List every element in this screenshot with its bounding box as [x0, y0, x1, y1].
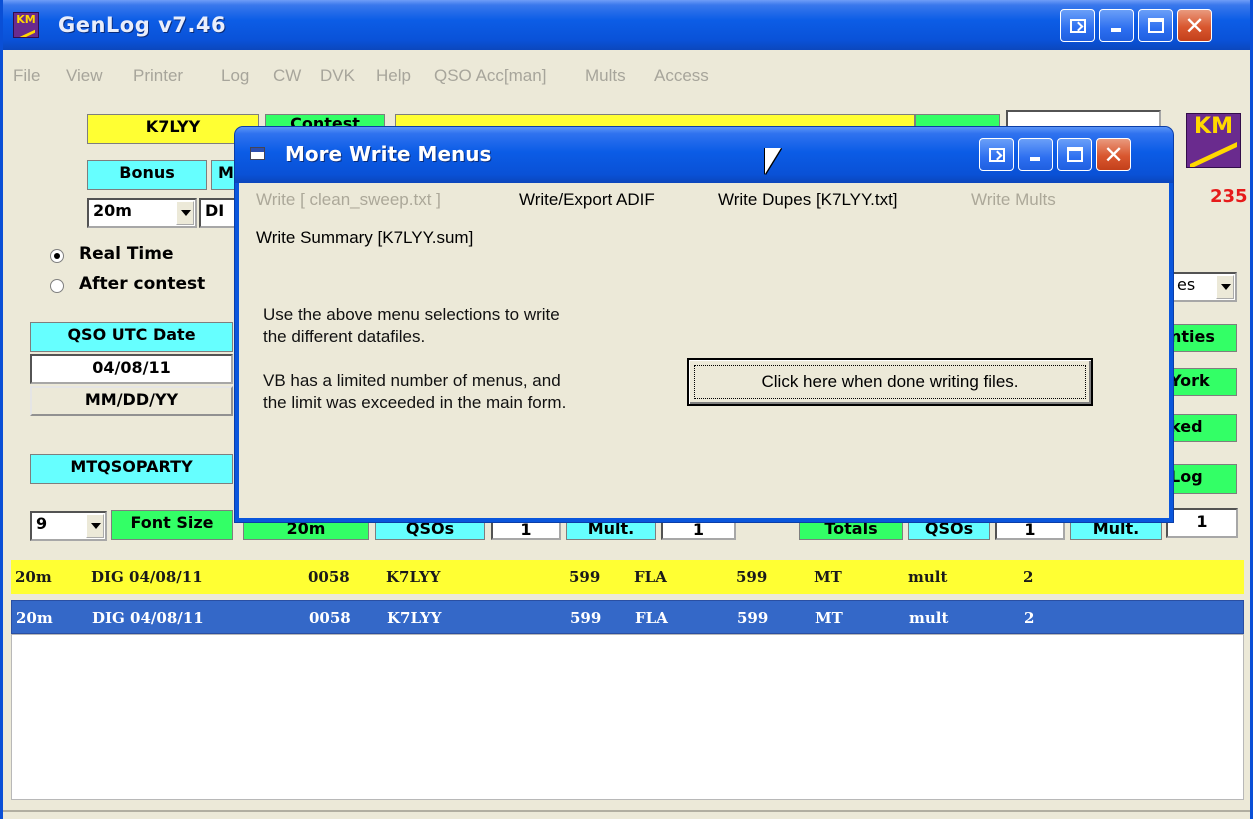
- menu-qso-acc[interactable]: QSO Acc[man]: [434, 66, 546, 86]
- menu-write-clean-sweep: Write [ clean_sweep.txt ]: [256, 190, 441, 209]
- right-combo[interactable]: es: [1171, 272, 1237, 302]
- list-call: K7LYY: [387, 609, 442, 627]
- total-mult-value: 1: [1166, 508, 1238, 538]
- menu-dvk[interactable]: DVK: [320, 66, 355, 86]
- window-icon: [250, 147, 265, 160]
- qso-date-field[interactable]: 04/08/11: [30, 354, 233, 384]
- entry-mult: mult: [908, 568, 948, 586]
- checked-button[interactable]: ked: [1169, 414, 1237, 442]
- list-rst-rcvd: 599: [737, 609, 769, 627]
- list-exch-sent: FLA: [635, 609, 668, 627]
- limit-note-line-1: VB has a limited number of menus, and: [263, 371, 561, 390]
- entry-exch-rcvd: MT: [814, 568, 842, 586]
- mode-value: DI: [205, 201, 225, 220]
- entry-row[interactable]: 20m DIG 04/08/11 0058 K7LYY 599 FLA 599 …: [11, 560, 1244, 594]
- menu-write-dupes[interactable]: Write Dupes [K7LYY.txt]: [718, 190, 898, 210]
- after-contest-label: After contest: [79, 274, 206, 294]
- genlog-app-icon: KM: [13, 12, 39, 38]
- list-item[interactable]: 20m DIG 04/08/11 0058 K7LYY 599 FLA 599 …: [11, 600, 1244, 634]
- real-time-label: Real Time: [79, 244, 174, 264]
- menu-file[interactable]: File: [13, 66, 40, 86]
- entry-rst-rcvd: 599: [736, 568, 768, 586]
- dialog-minimize-button[interactable]: [1018, 138, 1053, 171]
- done-writing-files-button[interactable]: Click here when done writing files.: [687, 358, 1093, 406]
- list-num: 2: [1024, 609, 1035, 627]
- minimize-icon: [1030, 157, 1040, 161]
- list-band: 20m: [16, 609, 53, 627]
- list-exch-rcvd: MT: [815, 609, 843, 627]
- menu-write-summary[interactable]: Write Summary [K7LYY.sum]: [256, 228, 473, 248]
- maximize-icon: [1067, 147, 1083, 162]
- list-mult: mult: [909, 609, 949, 627]
- new-york-button[interactable]: York: [1169, 368, 1237, 396]
- more-write-menus-dialog: More Write Menus ✕ Write [ clean_sweep.t…: [235, 127, 1173, 522]
- dialog-maximize-button[interactable]: [1057, 138, 1092, 171]
- menu-log[interactable]: Log: [221, 66, 249, 86]
- bonus-button[interactable]: Bonus: [87, 160, 207, 190]
- menu-view[interactable]: View: [66, 66, 103, 86]
- band-select[interactable]: 20m: [87, 198, 197, 228]
- qso-date-label: QSO UTC Date: [30, 322, 233, 352]
- focus-rect: [694, 365, 1086, 399]
- instructions-line-1: Use the above menu selections to write: [263, 305, 560, 324]
- list-mode-date: DIG 04/08/11: [92, 609, 204, 627]
- menu-cw[interactable]: CW: [273, 66, 301, 86]
- band-value: 20m: [93, 201, 132, 220]
- maximize-icon: [1148, 18, 1164, 33]
- after-contest-radio[interactable]: [50, 279, 64, 293]
- mouse-pointer-icon: [765, 148, 781, 174]
- menu-help[interactable]: Help: [376, 66, 411, 86]
- title-bar[interactable]: KM GenLog v7.46 ✕: [3, 0, 1250, 50]
- help-icon: [989, 148, 1005, 162]
- callsign-field[interactable]: K7LYY: [87, 114, 259, 144]
- menu-write-adif[interactable]: Write/Export ADIF: [519, 190, 655, 210]
- dialog-title: More Write Menus: [285, 142, 492, 166]
- right-combo-value: es: [1177, 275, 1196, 294]
- entry-call: K7LYY: [386, 568, 441, 586]
- font-size-value: 9: [36, 514, 48, 533]
- close-icon: ✕: [1184, 12, 1205, 40]
- dialog-help-button[interactable]: [979, 138, 1014, 171]
- log-button[interactable]: Log: [1169, 464, 1237, 494]
- entry-time: 0058: [308, 568, 350, 586]
- entry-band: 20m: [15, 568, 52, 586]
- menu-printer[interactable]: Printer: [133, 66, 183, 86]
- font-size-button[interactable]: Font Size: [111, 510, 233, 540]
- entry-exch-sent: FLA: [634, 568, 667, 586]
- instructions-line-2: the different datafiles.: [263, 327, 426, 346]
- chevron-down-icon[interactable]: [86, 514, 104, 538]
- help-icon: [1070, 19, 1086, 33]
- minimize-button[interactable]: [1099, 9, 1134, 42]
- entry-rst-sent: 599: [569, 568, 601, 586]
- real-time-radio[interactable]: [50, 249, 64, 263]
- close-button[interactable]: ✕: [1177, 9, 1212, 42]
- close-icon: ✕: [1103, 141, 1124, 169]
- list-time: 0058: [309, 609, 351, 627]
- entry-num: 2: [1023, 568, 1034, 586]
- maximize-button[interactable]: [1138, 9, 1173, 42]
- qso-count: 235: [1210, 186, 1248, 207]
- menu-access[interactable]: Access: [654, 66, 709, 86]
- window-title: GenLog v7.46: [58, 13, 227, 37]
- minimize-icon: [1111, 28, 1121, 32]
- entry-mode-date: DIG 04/08/11: [91, 568, 203, 586]
- chevron-down-icon[interactable]: [1216, 275, 1234, 299]
- date-format-label: MM/DD/YY: [30, 386, 233, 416]
- status-bar: [3, 806, 1250, 819]
- menu-mults[interactable]: Mults: [585, 66, 626, 86]
- dialog-close-button[interactable]: ✕: [1096, 138, 1131, 171]
- chevron-down-icon[interactable]: [176, 201, 194, 225]
- limit-note-line-2: the limit was exceeded in the main form.: [263, 393, 567, 412]
- menu-bar: File View Printer Log CW DVK Help QSO Ac…: [3, 60, 1250, 90]
- km-logo-icon: KM: [1186, 113, 1241, 168]
- contest-name-field[interactable]: MTQSOPARTY: [30, 454, 233, 484]
- dialog-title-bar[interactable]: More Write Menus ✕: [235, 127, 1173, 183]
- help-caption-button[interactable]: [1060, 9, 1095, 42]
- list-rst-sent: 599: [570, 609, 602, 627]
- menu-write-mults: Write Mults: [971, 190, 1056, 209]
- font-size-select[interactable]: 9: [30, 511, 107, 541]
- log-list[interactable]: [11, 634, 1244, 800]
- counties-button[interactable]: nties: [1169, 324, 1237, 352]
